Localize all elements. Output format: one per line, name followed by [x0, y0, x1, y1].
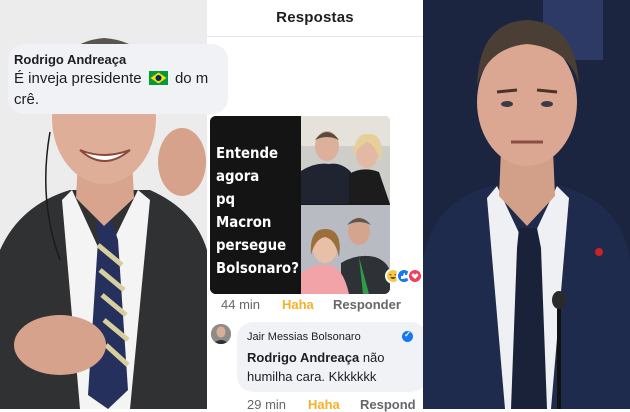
comment-text-line1: É inveja presidente do m — [14, 70, 224, 87]
comment2-haha-reaction[interactable]: Haha — [308, 397, 340, 412]
reply-mention[interactable]: Rodrigo Andreaça — [247, 350, 359, 365]
comment1-haha-reaction[interactable]: Haha — [282, 297, 314, 312]
right-portrait-illustration — [423, 0, 630, 409]
reply-text-line2: humilha cara. Kkkkkkk — [247, 369, 377, 384]
comment-author[interactable]: Rodrigo Andreaça — [14, 52, 126, 67]
reaction-summary[interactable] — [385, 268, 423, 288]
comment-text-line2: crê. — [14, 91, 40, 108]
love-icon — [407, 268, 423, 284]
reply-text-after-mention: não — [362, 350, 385, 365]
comment2-timestamp: 29 min — [247, 397, 287, 412]
comment-text-start: É inveja presidente — [14, 70, 142, 87]
comment2-reply-button[interactable]: Respond — [360, 397, 416, 412]
verified-badge-icon: ✓ — [402, 330, 413, 342]
header-divider — [207, 36, 423, 37]
jair-avatar[interactable] — [211, 324, 231, 344]
meme-image[interactable]: Entende agora pq Macron persegue Bolsona… — [210, 116, 390, 294]
reply-author[interactable]: Jair Messias Bolsonaro — [247, 331, 361, 343]
comment1-reply-button[interactable]: Responder — [333, 297, 401, 312]
meme-photo-couple-top — [301, 116, 390, 204]
brazil-flag-icon — [148, 71, 168, 85]
comment-text-end: do m — [174, 70, 209, 87]
replies-header: Respostas — [207, 0, 423, 36]
right-portrait-photo — [423, 0, 630, 409]
replies-title: Respostas — [276, 9, 354, 26]
meme-photo-couple-bottom — [301, 205, 390, 294]
reply-text-line1: Rodrigo Andreaça não — [247, 350, 385, 365]
meme-caption-panel: Entende agora pq Macron persegue Bolsona… — [210, 116, 301, 294]
comment1-timestamp: 44 min — [221, 297, 261, 312]
meme-caption: Entende agora pq Macron persegue Bolsona… — [216, 144, 299, 277]
